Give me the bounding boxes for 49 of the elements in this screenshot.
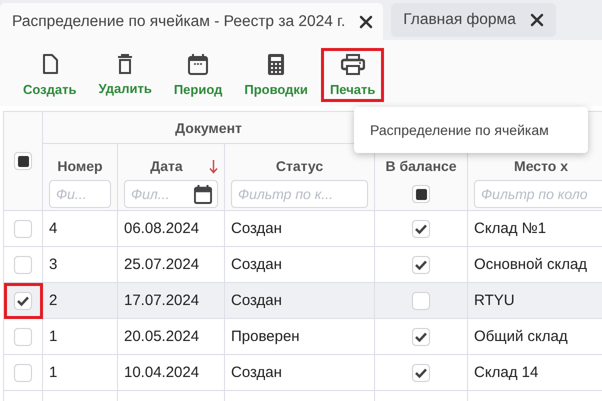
table-cell: RTYU (468, 282, 602, 318)
toolbar-button[interactable]: Создать (14, 48, 86, 102)
table-cell: Создан (224, 210, 375, 246)
checkbox[interactable] (412, 292, 430, 310)
checkbox[interactable] (14, 328, 32, 346)
table-cell: 06.08.2024 (118, 210, 224, 246)
table-cell: 2 (42, 282, 118, 318)
checkbox[interactable] (412, 220, 430, 238)
filter-field[interactable]: Фил... (124, 180, 218, 208)
filter-field[interactable]: Фильтр по к... (231, 180, 368, 208)
table-cell: 4 (42, 210, 118, 246)
column-header[interactable]: Статус (224, 144, 375, 178)
toolbar-button[interactable]: Период (164, 48, 232, 102)
table-cell: 1 (42, 318, 118, 354)
column-header[interactable]: Место х (514, 158, 568, 174)
checkbox[interactable] (14, 220, 32, 238)
table-cell: 17.07.2024 (118, 282, 224, 318)
close-icon[interactable] (530, 13, 544, 27)
column-header[interactable]: Номер (42, 144, 118, 178)
table-cell: Создан (224, 354, 375, 390)
file-icon (42, 54, 58, 75)
checkbox[interactable] (14, 364, 32, 382)
toolbar-button[interactable]: Проводки (235, 48, 317, 102)
checkbox[interactable] (14, 292, 32, 310)
column-header[interactable]: В балансе (385, 158, 457, 174)
table-cell: 1 (42, 354, 118, 390)
checkbox[interactable] (412, 185, 430, 204)
printer-icon (340, 54, 365, 75)
table-cell: 20.05.2024 (118, 318, 224, 354)
calendar-icon (188, 54, 208, 75)
filter-field[interactable]: Фи... (49, 180, 111, 208)
trash-icon (117, 54, 134, 74)
checkbox[interactable] (412, 328, 430, 346)
close-icon[interactable] (359, 14, 374, 28)
table-cell: 10.04.2024 (118, 354, 224, 390)
table-cell: Создан (224, 282, 375, 318)
checkbox[interactable] (14, 256, 32, 274)
checkbox[interactable] (14, 152, 32, 170)
calculator-icon (268, 54, 284, 75)
table-cell: Проверен (224, 318, 375, 354)
toolbar-button[interactable]: Удалить (89, 48, 161, 102)
tab[interactable]: Распределение по ячейкам - Реестр за 2024 г. (0, 3, 384, 40)
toolbar-button[interactable]: Печать (320, 48, 384, 102)
checkbox[interactable] (412, 364, 430, 382)
filter-field[interactable]: Фильтр по коло (474, 180, 602, 208)
menu-item[interactable]: Распределение по ячейкам (354, 115, 588, 145)
tab[interactable]: Главная форма (391, 3, 556, 37)
checkbox[interactable] (412, 256, 430, 274)
calendar-icon[interactable] (194, 185, 212, 204)
